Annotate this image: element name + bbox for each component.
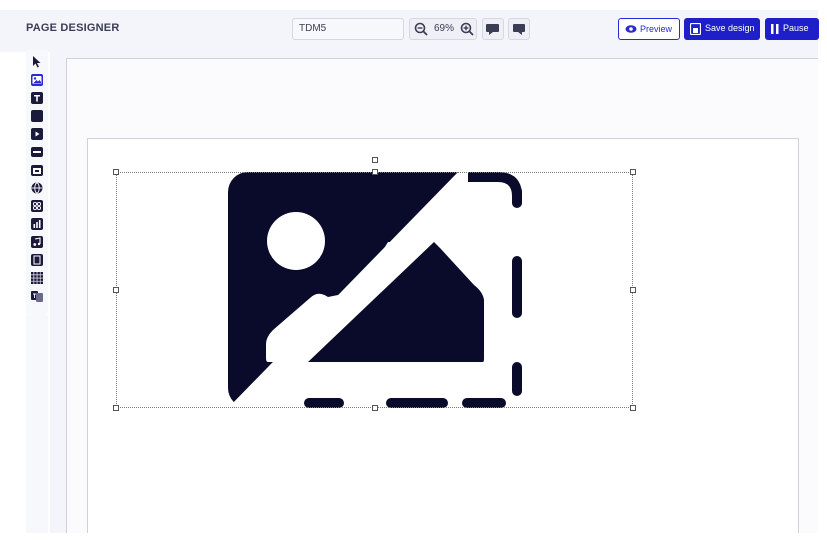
- chart-tool-icon[interactable]: [31, 218, 43, 230]
- selection-box[interactable]: [116, 172, 633, 408]
- qr-tool-icon[interactable]: [31, 200, 43, 212]
- resize-handle-bottom-left[interactable]: [113, 405, 119, 411]
- pointer-icon[interactable]: [31, 56, 43, 68]
- resize-handle-top[interactable]: [372, 169, 378, 175]
- resize-handle-top-right[interactable]: [630, 169, 636, 175]
- zoom-control: 69%: [409, 18, 477, 40]
- save-label: Save design: [705, 23, 755, 33]
- calendar-tool-icon[interactable]: [31, 164, 43, 176]
- grid-tool-icon[interactable]: [31, 272, 43, 284]
- resize-handle-top-left[interactable]: [113, 169, 119, 175]
- bottom-edge: [0, 533, 827, 547]
- resize-handle-bottom[interactable]: [372, 405, 378, 411]
- comment-alt-icon: [513, 24, 525, 35]
- save-icon: [690, 23, 701, 35]
- resize-handle-left[interactable]: [113, 287, 119, 293]
- audio-tool-icon[interactable]: [31, 236, 43, 248]
- comment-left-button[interactable]: [482, 18, 504, 40]
- tool-sidebar: [26, 50, 48, 315]
- video-tool-icon[interactable]: [31, 128, 43, 140]
- resize-handle-right[interactable]: [630, 287, 636, 293]
- top-edge: [0, 0, 827, 10]
- save-design-button[interactable]: Save design: [684, 18, 760, 40]
- zoom-in-icon[interactable]: [460, 22, 474, 36]
- zoom-level: 69%: [434, 23, 455, 34]
- top-toolbar: PAGE DESIGNER TDM5 69% Preview Save desi…: [0, 0, 827, 52]
- comment-right-button[interactable]: [508, 18, 530, 40]
- sidebar-background: [26, 315, 48, 533]
- page-title: PAGE DESIGNER: [26, 22, 120, 34]
- text-tool-icon[interactable]: [31, 92, 43, 104]
- comment-icon: [486, 24, 499, 35]
- preview-button[interactable]: Preview: [618, 18, 680, 40]
- pause-icon: [771, 24, 779, 34]
- zoom-out-icon[interactable]: [414, 22, 428, 36]
- image-tool-icon[interactable]: [31, 74, 43, 86]
- pause-button[interactable]: Pause: [765, 18, 819, 40]
- preview-label: Preview: [640, 24, 673, 34]
- translate-tool-icon[interactable]: [31, 290, 43, 302]
- shape-tool-icon[interactable]: [31, 110, 43, 122]
- document-name-input[interactable]: TDM5: [292, 18, 404, 40]
- media-tool-icon[interactable]: [31, 254, 43, 266]
- ticker-tool-icon[interactable]: [31, 146, 43, 158]
- resize-handle-bottom-right[interactable]: [630, 405, 636, 411]
- rotate-handle[interactable]: [372, 157, 378, 163]
- eye-icon: [625, 25, 637, 33]
- pause-label: Pause: [783, 23, 809, 33]
- web-tool-icon[interactable]: [31, 182, 43, 194]
